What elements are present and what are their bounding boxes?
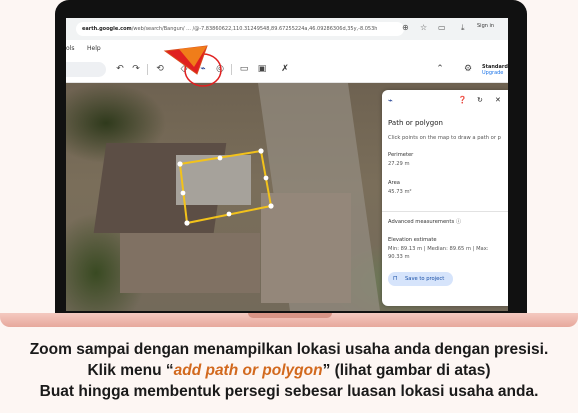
tools-icon[interactable]: ✗	[279, 63, 291, 75]
elevation-line-2: 90.33 m	[388, 254, 410, 260]
undo-icon[interactable]: ↶	[114, 63, 126, 75]
zoom-icon[interactable]: ⊕	[402, 23, 409, 32]
polygon-vertex[interactable]	[217, 155, 223, 161]
panel-instruction: Click points on the map to draw a path o…	[388, 135, 501, 141]
add-path-polygon-icon[interactable]: ⌁	[197, 63, 209, 75]
caption-line-3: Buat hingga membentuk persegi sebesar lu…	[39, 383, 539, 400]
advanced-label: Advanced measurements	[388, 219, 455, 225]
measurement-panel: ⌁ ❓ ↻ ✕ Path or polygon Click points on …	[382, 90, 508, 306]
address-bar: earth.google.com/web/search/Bangun/ ... …	[66, 18, 508, 41]
elevation-line-1: Min: 89.13 m | Median: 89.65 m | Max:	[388, 246, 489, 252]
advanced-measurements-toggle[interactable]: Advanced measurements ⓘ	[388, 218, 461, 225]
bookmark-icon: ⊓	[393, 275, 398, 282]
layers-icon[interactable]: ◎	[214, 63, 226, 75]
ruler-icon[interactable]: ▭	[238, 63, 250, 75]
menu-icon[interactable]: ▭	[438, 23, 446, 32]
info-icon[interactable]: ⓘ	[456, 219, 461, 225]
menu-bar: ols Help	[66, 40, 508, 58]
save-label: Save to project	[405, 276, 445, 282]
save-to-project-button[interactable]: Save to project	[388, 272, 453, 286]
redo-icon[interactable]: ↷	[130, 63, 142, 75]
gear-icon[interactable]: ⚙	[462, 63, 474, 75]
chevron-up-icon[interactable]: ⌃	[434, 63, 446, 75]
perimeter-value: 27.29 m	[388, 161, 410, 167]
screenshot-icon[interactable]: ▣	[256, 63, 268, 75]
polygon-vertex[interactable]	[184, 220, 190, 226]
elevation-label: Elevation estimate	[388, 237, 437, 243]
download-icon[interactable]: ⤓	[461, 23, 465, 33]
help-icon[interactable]: ❓	[458, 96, 467, 104]
menu-help[interactable]: Help	[87, 45, 101, 52]
url-field[interactable]: earth.google.com/web/search/Bangun/ ... …	[76, 22, 404, 36]
add-placemark-icon[interactable]: ◇	[178, 63, 190, 75]
caption-highlight: add path or polygon	[173, 362, 323, 379]
search-box[interactable]	[66, 62, 106, 77]
perimeter-label: Perimeter	[388, 152, 414, 158]
polygon-vertex[interactable]	[177, 161, 183, 167]
url-path: /web/search/Bangun/ ... /@-7.83860622,11…	[131, 26, 378, 32]
toolbar-divider	[147, 64, 148, 75]
toolbar: ↶ ↷ ⟲ ◇ ⌁ ◎ ▭ ▣ ✗ ⌃ ⚙ Standard Upgrade	[66, 58, 508, 83]
polygon-vertex[interactable]	[180, 190, 186, 196]
caption-line-2-prefix: Klik menu “	[87, 362, 174, 379]
account-plan[interactable]: Standard Upgrade	[482, 64, 508, 76]
polygon-vertex[interactable]	[263, 175, 269, 181]
panel-divider	[382, 211, 508, 212]
path-icon: ⌁	[388, 96, 393, 105]
refresh-icon[interactable]: ↻	[477, 96, 483, 104]
polygon-vertex[interactable]	[268, 203, 274, 209]
caption-line-1: Zoom sampai dengan menampilkan lokasi us…	[29, 341, 549, 358]
screen: earth.google.com/web/search/Bangun/ ... …	[66, 18, 508, 311]
drawn-polygon[interactable]	[178, 149, 273, 225]
sign-in-button[interactable]: Sign in	[477, 23, 494, 29]
panel-heading: Path or polygon	[388, 119, 443, 127]
laptop-notch	[248, 313, 332, 318]
instruction-caption: Zoom sampai dengan menampilkan lokasi us…	[0, 339, 578, 402]
caption-line-2: Klik menu “add path or polygon” (lihat g…	[0, 360, 578, 381]
caption-line-2-suffix: ” (lihat gambar di atas)	[322, 362, 491, 379]
menu-tools[interactable]: ols	[66, 45, 74, 52]
url-domain: earth.google.com	[82, 26, 132, 32]
polygon-vertex[interactable]	[258, 148, 264, 154]
history-icon[interactable]: ⟲	[154, 63, 166, 75]
close-icon[interactable]: ✕	[495, 96, 501, 104]
star-icon[interactable]: ☆	[420, 23, 427, 32]
toolbar-divider	[231, 64, 232, 75]
area-value: 45.73 m²	[388, 189, 412, 195]
polygon-vertex[interactable]	[226, 211, 232, 217]
area-label: Area	[388, 180, 400, 186]
upgrade-link[interactable]: Upgrade	[482, 70, 508, 76]
